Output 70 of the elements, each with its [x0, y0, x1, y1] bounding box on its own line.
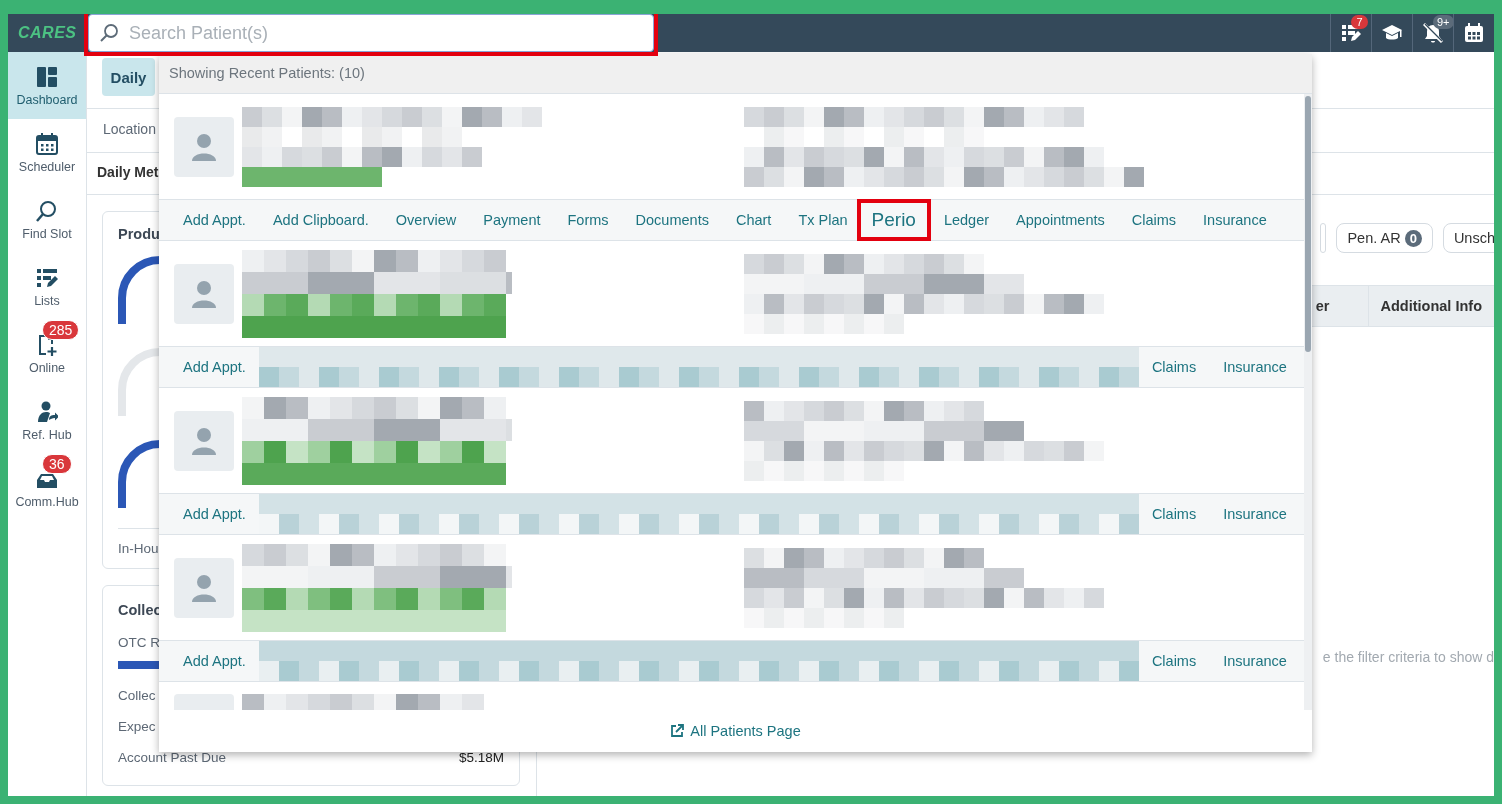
- action-link[interactable]: Add Appt.: [183, 506, 246, 522]
- sidebar-item[interactable]: Lists: [8, 253, 86, 320]
- sidebar-item[interactable]: Scheduler: [8, 119, 86, 186]
- sidebar-item[interactable]: 285 Online: [8, 320, 86, 387]
- calendar-icon: [1464, 23, 1484, 43]
- empty-message: e the filter criteria to show d: [1322, 649, 1494, 665]
- column-header: Additional Info: [1379, 298, 1483, 314]
- action-link[interactable]: Overview: [395, 212, 457, 228]
- action-link[interactable]: Documents: [635, 212, 709, 228]
- filter-chip[interactable]: Pen. AR 0: [1336, 223, 1433, 253]
- metric-label: Account Past Due: [118, 750, 227, 765]
- action-link[interactable]: Insurance: [1203, 212, 1267, 228]
- gauge-arc: [118, 256, 162, 326]
- action-link[interactable]: Tx Plan: [798, 212, 848, 228]
- action-link[interactable]: Insurance: [1223, 359, 1287, 375]
- bar-segment: [118, 661, 159, 669]
- action-link[interactable]: Perio: [871, 209, 916, 230]
- notification-badge: 285: [42, 319, 80, 340]
- person-share-icon: [36, 400, 58, 423]
- avatar-icon: [174, 116, 234, 177]
- action-link[interactable]: Chart: [735, 212, 772, 228]
- search-icon: [99, 23, 119, 43]
- calendar-icon: [36, 132, 58, 155]
- action-link[interactable]: Claims: [1131, 212, 1177, 228]
- metric-label: Collec: [118, 688, 156, 703]
- action-link[interactable]: Insurance: [1223, 653, 1287, 669]
- action-link[interactable]: Claims: [1151, 653, 1197, 669]
- search-input[interactable]: Search Patient(s): [127, 21, 643, 45]
- toolbar-button[interactable]: 9+: [1412, 14, 1453, 52]
- sidebar-item[interactable]: 36 Comm.Hub: [8, 454, 86, 521]
- search-field[interactable]: Search Patient(s): [88, 14, 654, 52]
- action-link[interactable]: Add Clipboard.: [272, 212, 369, 228]
- action-link[interactable]: Add Appt.: [183, 653, 246, 669]
- action-link[interactable]: Add Appt.: [183, 359, 246, 375]
- card-title: Produ: [118, 226, 161, 242]
- sidebar-item[interactable]: Find Slot: [8, 186, 86, 253]
- logo: CARES: [18, 24, 78, 42]
- action-link[interactable]: Ledger: [943, 212, 990, 228]
- action-link[interactable]: Add Appt.: [183, 212, 246, 228]
- dashboard-icon: [36, 65, 58, 88]
- filter-chip[interactable]: Unsch: [1442, 223, 1494, 253]
- action-link[interactable]: Forms: [567, 212, 609, 228]
- avatar-icon: [174, 557, 234, 618]
- external-link-icon: [670, 724, 685, 738]
- notification-badge: 36: [42, 453, 72, 474]
- scrollbar[interactable]: [1304, 94, 1312, 710]
- search-icon: [36, 199, 58, 222]
- checklist-icon: [36, 266, 58, 289]
- sidebar-item[interactable]: Ref. Hub: [8, 387, 86, 454]
- all-patients-link[interactable]: All Patients Page: [670, 723, 801, 739]
- metric-label: Expec: [118, 719, 156, 734]
- notification-badge: 7: [1351, 15, 1368, 29]
- avatar-icon: [174, 263, 234, 324]
- action-link[interactable]: Insurance: [1223, 506, 1287, 522]
- count-badge: 0: [1404, 229, 1422, 247]
- tab[interactable]: Daily: [102, 58, 155, 96]
- action-link[interactable]: Payment: [483, 212, 541, 228]
- action-link[interactable]: Claims: [1151, 359, 1197, 375]
- avatar-icon: [174, 410, 234, 471]
- metric-value: $5.18M: [458, 750, 504, 765]
- card-title: Collec: [118, 602, 163, 618]
- action-link[interactable]: Claims: [1151, 506, 1197, 522]
- notification-badge: 9+: [1433, 15, 1454, 29]
- action-link[interactable]: Appointments: [1016, 212, 1105, 228]
- gauge-arc: [118, 440, 162, 510]
- sidebar-item[interactable]: Dashboard: [8, 52, 86, 119]
- toolbar-button[interactable]: 7: [1330, 14, 1371, 52]
- list-header: Showing Recent Patients: (10): [159, 54, 1312, 94]
- metric-label: OTC R: [118, 635, 161, 650]
- metric-label: In-Hou: [118, 541, 160, 556]
